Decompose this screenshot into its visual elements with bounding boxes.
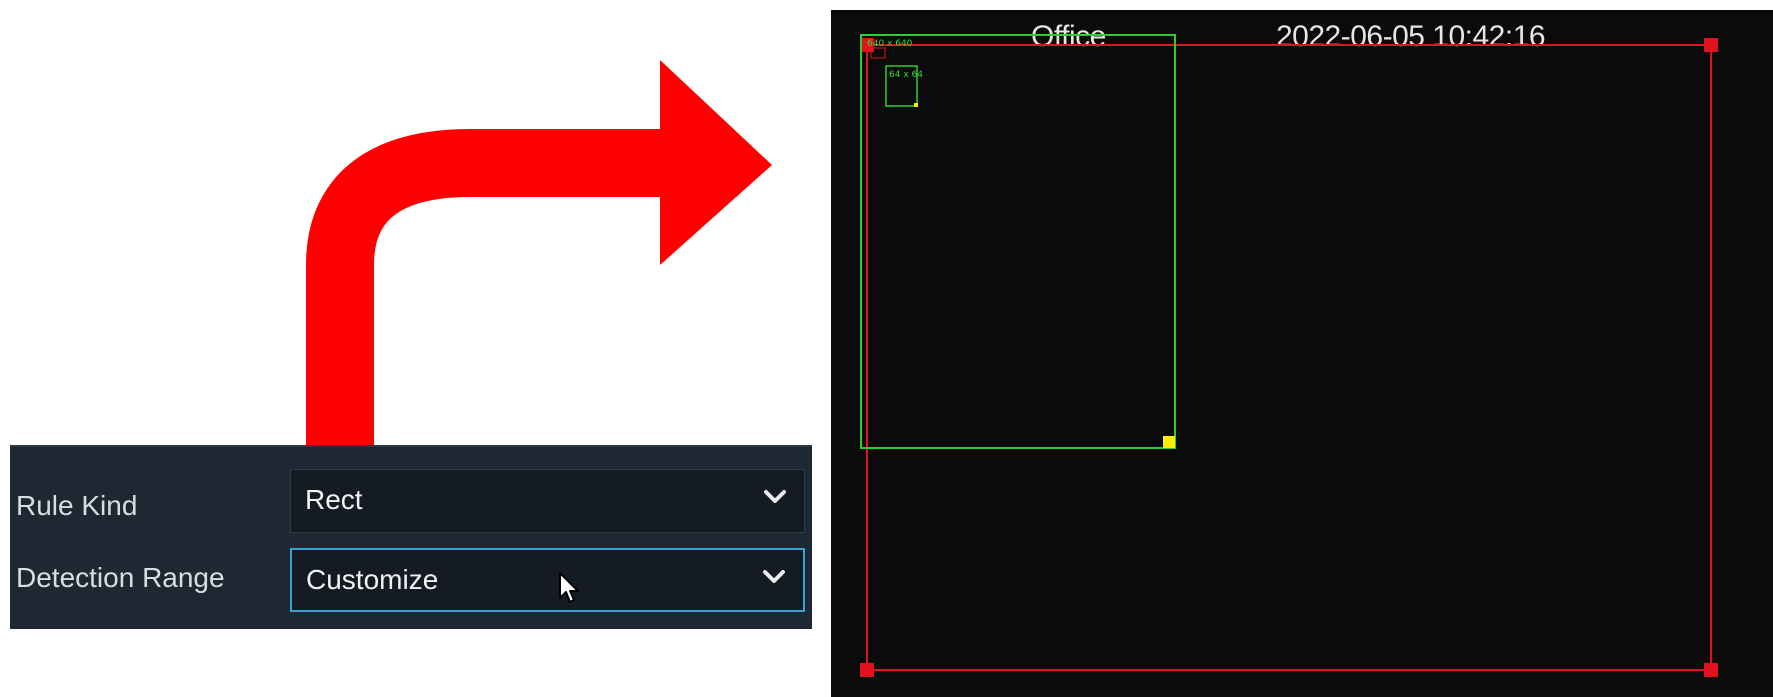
rule-kind-select[interactable]: Rect xyxy=(290,469,805,533)
arrow-head xyxy=(660,60,772,265)
camera-preview[interactable]: Office 2022-06-05 10:42:16 640 x 640 64 … xyxy=(831,10,1773,697)
max-target-box xyxy=(860,34,1176,449)
detection-area-handle-bl xyxy=(860,663,874,677)
arrow-shaft xyxy=(306,129,680,460)
detection-range-value: Customize xyxy=(306,564,439,595)
rule-kind-label: Rule Kind xyxy=(16,490,138,521)
detection-area-handle-br xyxy=(1704,663,1718,677)
detection-area-rect xyxy=(866,44,1712,671)
chevron-down-icon xyxy=(764,490,786,503)
min-target-size-label: 64 x 64 xyxy=(889,70,923,80)
chevron-down-icon xyxy=(763,570,785,583)
detection-overlay xyxy=(860,34,1718,677)
detection-range-select[interactable]: Customize xyxy=(290,548,805,612)
detection-range-label: Detection Range xyxy=(16,562,225,593)
curved-arrow-icon xyxy=(306,60,772,460)
min-target-resize-handle xyxy=(914,103,918,107)
max-target-resize-handle xyxy=(1163,436,1175,448)
rule-kind-value: Rect xyxy=(305,484,363,515)
detection-settings-panel: Rule Kind Rect Detection Range Customize xyxy=(10,445,812,629)
detection-area-handle-tr xyxy=(1704,38,1718,52)
max-target-size-label: 640 x 640 xyxy=(867,39,913,49)
mouse-pointer-icon xyxy=(559,572,579,603)
